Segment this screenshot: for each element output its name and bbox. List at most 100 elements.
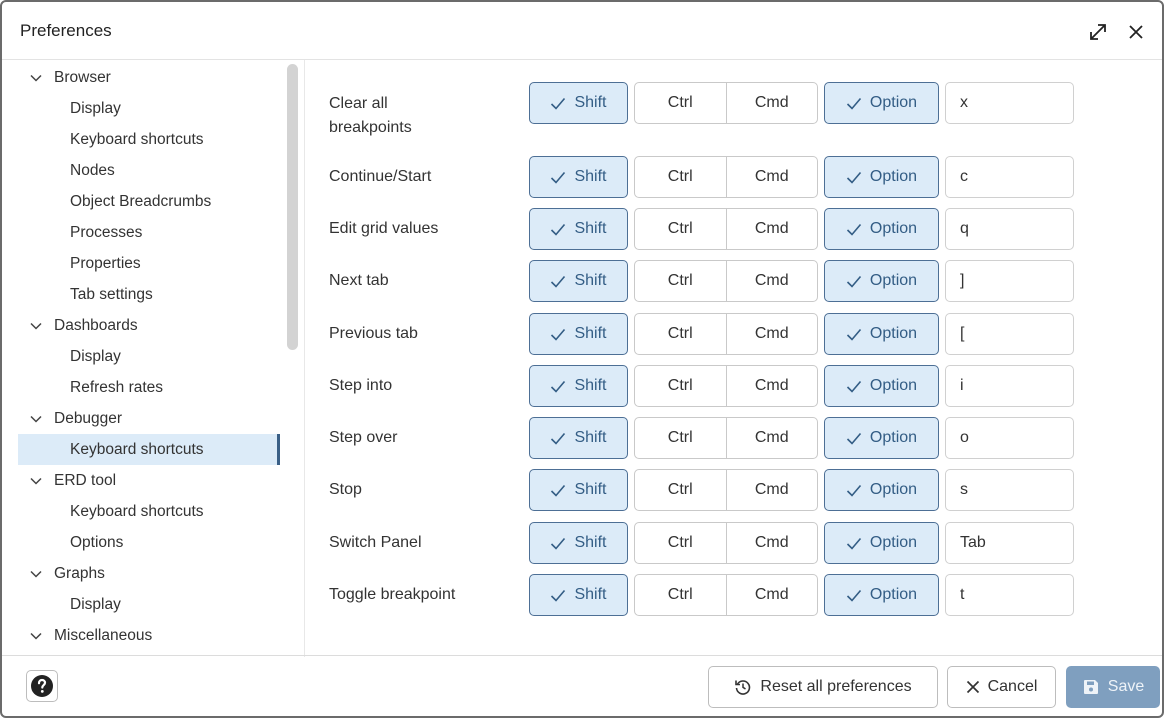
option-toggle[interactable]: Option bbox=[824, 156, 939, 198]
sidebar-item-dashboards[interactable]: Dashboards bbox=[18, 310, 280, 341]
shortcut-label: Switch Panel bbox=[329, 534, 422, 551]
save-button[interactable]: Save bbox=[1066, 666, 1160, 708]
shortcut-key-input[interactable]: s bbox=[945, 469, 1074, 511]
option-toggle[interactable]: Option bbox=[824, 574, 939, 616]
sidebar-item-display[interactable]: Display bbox=[18, 589, 280, 620]
title-bar: Preferences bbox=[2, 2, 1162, 60]
ctrl-toggle[interactable]: Ctrl bbox=[635, 523, 726, 563]
shift-toggle[interactable]: Shift bbox=[529, 313, 628, 355]
ctrl-toggle[interactable]: Ctrl bbox=[635, 314, 726, 354]
ctrl-cmd-group: Ctrl Cmd bbox=[634, 313, 818, 355]
shift-toggle[interactable]: Shift bbox=[529, 208, 628, 250]
shortcut-row: Step into Shift Ctrl Cmd Option i bbox=[305, 365, 1162, 409]
shortcut-key-input[interactable]: x bbox=[945, 82, 1074, 124]
cmd-toggle[interactable]: Cmd bbox=[725, 314, 818, 354]
sidebar-item-keyboard-shortcuts[interactable]: Keyboard shortcuts bbox=[18, 496, 280, 527]
shortcut-key-input[interactable]: c bbox=[945, 156, 1074, 198]
sidebar-item-tab-settings[interactable]: Tab settings bbox=[18, 279, 280, 310]
sidebar-item-browser[interactable]: Browser bbox=[18, 62, 280, 93]
ctrl-toggle[interactable]: Ctrl bbox=[635, 261, 726, 301]
check-icon bbox=[550, 223, 566, 236]
chevron-down-icon[interactable] bbox=[30, 74, 46, 82]
sidebar-item-keyboard-shortcuts[interactable]: Keyboard shortcuts bbox=[18, 124, 280, 155]
option-toggle[interactable]: Option bbox=[824, 417, 939, 459]
chevron-down-icon[interactable] bbox=[30, 415, 46, 423]
chevron-down-icon[interactable] bbox=[30, 477, 46, 485]
chevron-down-icon[interactable] bbox=[30, 632, 46, 640]
shift-toggle[interactable]: Shift bbox=[529, 522, 628, 564]
sidebar-item-processes[interactable]: Processes bbox=[18, 217, 280, 248]
option-toggle[interactable]: Option bbox=[824, 469, 939, 511]
option-toggle[interactable]: Option bbox=[824, 82, 939, 124]
shift-toggle[interactable]: Shift bbox=[529, 156, 628, 198]
ctrl-toggle[interactable]: Ctrl bbox=[635, 157, 726, 197]
cmd-toggle[interactable]: Cmd bbox=[725, 83, 818, 123]
sidebar-item-erd-tool[interactable]: ERD tool bbox=[18, 465, 280, 496]
cmd-toggle[interactable]: Cmd bbox=[725, 575, 818, 615]
sidebar-item-label: Dashboards bbox=[54, 316, 138, 334]
shortcut-key-input[interactable]: q bbox=[945, 208, 1074, 250]
option-toggle[interactable]: Option bbox=[824, 313, 939, 355]
cmd-toggle[interactable]: Cmd bbox=[725, 470, 818, 510]
help-button[interactable] bbox=[26, 670, 58, 702]
chevron-down-icon[interactable] bbox=[30, 570, 46, 578]
sidebar-item-debugger[interactable]: Debugger bbox=[18, 403, 280, 434]
ctrl-toggle[interactable]: Ctrl bbox=[635, 366, 726, 406]
shortcut-key-input[interactable]: o bbox=[945, 417, 1074, 459]
sidebar-item-object-breadcrumbs[interactable]: Object Breadcrumbs bbox=[18, 186, 280, 217]
sidebar-item-label: Display bbox=[70, 347, 121, 365]
cancel-button[interactable]: Cancel bbox=[947, 666, 1056, 708]
reset-all-preferences-button[interactable]: Reset all preferences bbox=[708, 666, 938, 708]
sidebar-item-properties[interactable]: Properties bbox=[18, 248, 280, 279]
shift-toggle[interactable]: Shift bbox=[529, 260, 628, 302]
shift-toggle[interactable]: Shift bbox=[529, 574, 628, 616]
shift-toggle[interactable]: Shift bbox=[529, 365, 628, 407]
sidebar-item-options[interactable]: Options bbox=[18, 527, 280, 558]
cmd-toggle[interactable]: Cmd bbox=[725, 366, 818, 406]
check-icon bbox=[550, 97, 566, 110]
check-icon bbox=[550, 380, 566, 393]
cmd-toggle[interactable]: Cmd bbox=[725, 157, 818, 197]
shortcut-key-input[interactable]: ] bbox=[945, 260, 1074, 302]
shortcut-label: Clear all breakpoints bbox=[329, 95, 412, 136]
close-icon[interactable] bbox=[1124, 20, 1148, 44]
sidebar-item-label: Miscellaneous bbox=[54, 626, 153, 644]
sidebar-item-display[interactable]: Display bbox=[18, 93, 280, 124]
shortcut-label: Stop bbox=[329, 481, 362, 498]
cmd-toggle[interactable]: Cmd bbox=[725, 261, 818, 301]
option-toggle[interactable]: Option bbox=[824, 208, 939, 250]
cmd-toggle[interactable]: Cmd bbox=[725, 209, 818, 249]
check-icon bbox=[550, 484, 566, 497]
chevron-down-icon[interactable] bbox=[30, 322, 46, 330]
ctrl-toggle[interactable]: Ctrl bbox=[635, 575, 726, 615]
ctrl-toggle[interactable]: Ctrl bbox=[635, 418, 726, 458]
option-toggle[interactable]: Option bbox=[824, 365, 939, 407]
sidebar-item-refresh-rates[interactable]: Refresh rates bbox=[18, 372, 280, 403]
shortcut-key-input[interactable]: [ bbox=[945, 313, 1074, 355]
sidebar-item-label: Display bbox=[70, 99, 121, 117]
sidebar-item-miscellaneous[interactable]: Miscellaneous bbox=[18, 620, 280, 651]
option-toggle[interactable]: Option bbox=[824, 260, 939, 302]
sidebar-scrollbar[interactable] bbox=[287, 64, 298, 350]
cmd-toggle[interactable]: Cmd bbox=[725, 523, 818, 563]
sidebar-item-keyboard-shortcuts[interactable]: Keyboard shortcuts bbox=[18, 434, 280, 465]
shift-toggle[interactable]: Shift bbox=[529, 469, 628, 511]
shift-toggle[interactable]: Shift bbox=[529, 417, 628, 459]
sidebar-item-nodes[interactable]: Nodes bbox=[18, 155, 280, 186]
sidebar-item-label: Nodes bbox=[70, 161, 115, 179]
shortcut-row: Edit grid values Shift Ctrl Cmd Option q bbox=[305, 208, 1162, 252]
ctrl-toggle[interactable]: Ctrl bbox=[635, 83, 726, 123]
shortcut-row: Clear all breakpoints Shift Ctrl Cmd Option x bbox=[305, 82, 1162, 136]
expand-icon[interactable] bbox=[1086, 20, 1110, 44]
ctrl-toggle[interactable]: Ctrl bbox=[635, 209, 726, 249]
shortcut-key-input[interactable]: Tab bbox=[945, 522, 1074, 564]
sidebar-item-display[interactable]: Display bbox=[18, 341, 280, 372]
shift-toggle[interactable]: Shift bbox=[529, 82, 628, 124]
option-toggle[interactable]: Option bbox=[824, 522, 939, 564]
ctrl-toggle[interactable]: Ctrl bbox=[635, 470, 726, 510]
cmd-toggle[interactable]: Cmd bbox=[725, 418, 818, 458]
sidebar-item-label: Keyboard shortcuts bbox=[70, 130, 204, 148]
shortcut-key-input[interactable]: t bbox=[945, 574, 1074, 616]
sidebar-item-graphs[interactable]: Graphs bbox=[18, 558, 280, 589]
shortcut-key-input[interactable]: i bbox=[945, 365, 1074, 407]
